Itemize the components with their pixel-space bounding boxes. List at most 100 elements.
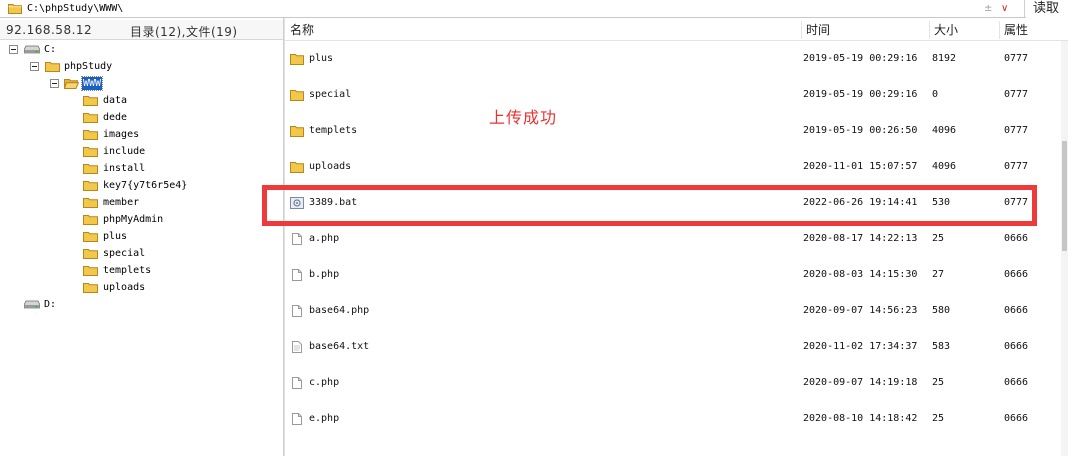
- tree-label: install: [103, 163, 146, 174]
- folder-icon: [83, 147, 98, 157]
- history-arrows[interactable]: ±: [984, 1, 992, 16]
- folder-icon: [83, 249, 98, 259]
- tree-node-plus[interactable]: plus: [0, 228, 283, 245]
- column-header-name[interactable]: 名称: [285, 19, 801, 41]
- file-row[interactable]: base64.txt 2020-11-02 17:34:37 583 0666: [285, 329, 1068, 365]
- file-row[interactable]: b.php 2020-08-03 14:15:30 27 0666: [285, 257, 1068, 293]
- file-time: 2020-08-10 14:18:42: [803, 413, 918, 424]
- folder-icon: [45, 62, 60, 72]
- chevron-down-icon[interactable]: ∨: [1001, 3, 1008, 15]
- file-name: a.php: [309, 233, 340, 244]
- file-time: 2020-09-07 14:56:23: [803, 305, 918, 316]
- tree-label: special: [103, 248, 146, 259]
- item-count: 目录(12),文件(19): [130, 25, 238, 39]
- connection-info: 92.168.58.12 目录(12),文件(19): [0, 20, 283, 40]
- file-name: special: [309, 89, 352, 100]
- file-name: plus: [309, 53, 334, 64]
- file-attr: 0777: [1004, 161, 1029, 172]
- file-size: 0: [932, 89, 939, 100]
- file-icon: [292, 269, 302, 281]
- collapse-icon[interactable]: [9, 45, 18, 54]
- tree-node-images[interactable]: images: [0, 126, 283, 143]
- tree-node-data[interactable]: data: [0, 92, 283, 109]
- folder-icon: [290, 162, 304, 173]
- file-list-header: 名称 时间 大小 属性: [285, 19, 1068, 41]
- tree-label: member: [103, 197, 140, 208]
- tree-node-key7[interactable]: key7{y7t6r5e4}: [0, 177, 283, 194]
- file-attr: 0666: [1004, 413, 1029, 424]
- toolbar-divider: [1024, 0, 1025, 18]
- column-header-attr[interactable]: 属性: [999, 19, 1068, 41]
- file-attr: 0777: [1004, 89, 1029, 100]
- file-row[interactable]: a.php 2020-08-17 14:22:13 25 0666: [285, 221, 1068, 257]
- folder-icon: [83, 266, 98, 276]
- file-row[interactable]: e.php 2020-08-10 14:18:42 25 0666: [285, 401, 1068, 437]
- tree-label: dede: [103, 112, 128, 123]
- tree-node-special[interactable]: special: [0, 245, 283, 262]
- file-name: base64.php: [309, 305, 370, 316]
- tree-node-drive-c[interactable]: C:: [0, 41, 283, 58]
- drive-icon: [24, 300, 40, 309]
- tree-node-www[interactable]: WWW: [0, 75, 283, 92]
- tree-node-dede[interactable]: dede: [0, 109, 283, 126]
- tree-node-phpmyadmin[interactable]: phpMyAdmin: [0, 211, 283, 228]
- file-time: 2020-08-17 14:22:13: [803, 233, 918, 244]
- file-time: 2019-05-19 00:29:16: [803, 89, 918, 100]
- file-size: 4096: [932, 161, 957, 172]
- collapse-icon[interactable]: [50, 79, 59, 88]
- file-name: templets: [309, 125, 358, 136]
- file-size: 8192: [932, 53, 957, 64]
- file-row[interactable]: plus 2019-05-19 00:29:16 8192 0777: [285, 41, 1068, 77]
- collapse-icon[interactable]: [30, 62, 39, 71]
- read-button[interactable]: 读取: [1026, 0, 1068, 18]
- annotation-text: 上传成功: [489, 108, 558, 127]
- file-size: 580: [932, 305, 951, 316]
- file-icon: [292, 305, 302, 317]
- tree-label: templets: [103, 265, 152, 276]
- tree-label: phpStudy: [64, 61, 113, 72]
- folder-icon: [290, 54, 304, 65]
- tree-node-include[interactable]: include: [0, 143, 283, 160]
- file-size: 583: [932, 341, 951, 352]
- path-bar: ± ∨ 读取: [0, 0, 1068, 18]
- file-size: 25: [932, 413, 945, 424]
- file-attr: 0666: [1004, 377, 1029, 388]
- tree-label: phpMyAdmin: [103, 214, 164, 225]
- file-name: e.php: [309, 413, 340, 424]
- folder-icon: [290, 90, 304, 101]
- column-header-time[interactable]: 时间: [801, 19, 929, 41]
- text-file-icon: [292, 341, 302, 353]
- file-row[interactable]: uploads 2020-11-01 15:07:57 4096 0777: [285, 149, 1068, 185]
- tree-label-selected: WWW: [80, 76, 104, 91]
- file-attr: 0666: [1004, 341, 1029, 352]
- file-row[interactable]: c.php 2020-09-07 14:19:18 25 0666: [285, 365, 1068, 401]
- file-time: 2020-09-07 14:19:18: [803, 377, 918, 388]
- folder-icon: [83, 113, 98, 123]
- file-time: 2020-11-02 17:34:37: [803, 341, 918, 352]
- tree-label: C:: [44, 44, 57, 55]
- folder-icon: [83, 96, 98, 106]
- scrollbar-thumb[interactable]: [1062, 141, 1067, 251]
- vertical-scrollbar[interactable]: [1061, 41, 1068, 456]
- tree-node-phpstudy[interactable]: phpStudy: [0, 58, 283, 75]
- tree-label: plus: [103, 231, 128, 242]
- file-size: 4096: [932, 125, 957, 136]
- file-size: 25: [932, 377, 945, 388]
- folder-icon: [83, 181, 98, 191]
- tree-node-install[interactable]: install: [0, 160, 283, 177]
- folder-icon: [83, 198, 98, 208]
- path-input[interactable]: [27, 1, 977, 16]
- file-row[interactable]: base64.php 2020-09-07 14:56:23 580 0666: [285, 293, 1068, 329]
- file-icon: [292, 377, 302, 389]
- file-row[interactable]: templets 2019-05-19 00:26:50 4096 0777: [285, 113, 1068, 149]
- column-header-size[interactable]: 大小: [929, 19, 999, 41]
- tree-node-drive-d[interactable]: D:: [0, 296, 283, 313]
- tree-node-member[interactable]: member: [0, 194, 283, 211]
- file-attr: 0666: [1004, 269, 1029, 280]
- file-row[interactable]: special 2019-05-19 00:29:16 0 0777: [285, 77, 1068, 113]
- tree-label: key7{y7t6r5e4}: [103, 180, 188, 191]
- folder-icon: [83, 283, 98, 293]
- tree-node-uploads[interactable]: uploads: [0, 279, 283, 296]
- tree-node-templets[interactable]: templets: [0, 262, 283, 279]
- file-time: 2019-05-19 00:26:50: [803, 125, 918, 136]
